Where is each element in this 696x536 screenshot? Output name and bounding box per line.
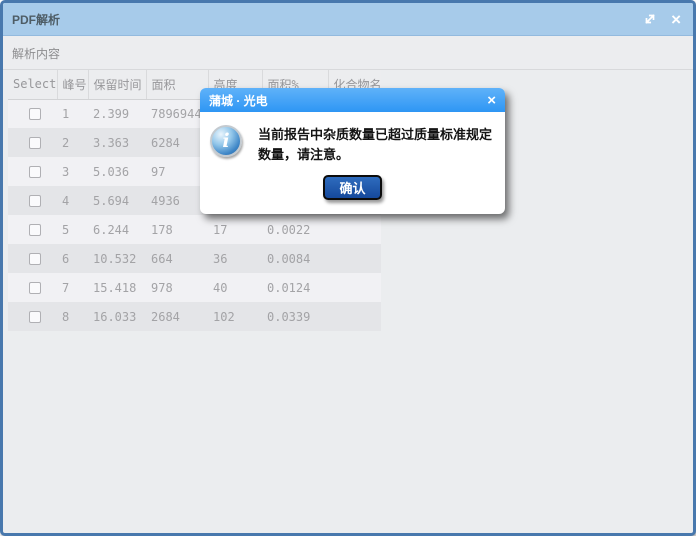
row-checkbox[interactable]: [29, 166, 41, 178]
cell-retention-time: 2.399: [88, 99, 146, 128]
info-icon-glyph: i: [222, 132, 229, 151]
cell-compound: [328, 215, 381, 244]
col-retention-time: 保留时间: [88, 70, 146, 99]
row-checkbox[interactable]: [29, 108, 41, 120]
row-checkbox[interactable]: [29, 311, 41, 323]
window-controls: ×: [643, 11, 681, 28]
cell-area-pct: 0.0022: [262, 215, 328, 244]
cell-area: 97: [146, 157, 208, 186]
table-row[interactable]: 7 15.418 978 40 0.0124: [8, 273, 381, 302]
row-checkbox[interactable]: [29, 195, 41, 207]
cell-area: 2684: [146, 302, 208, 331]
cell-area: 664: [146, 244, 208, 273]
cell-retention-time: 5.694: [88, 186, 146, 215]
cell-peak: 6: [57, 244, 88, 273]
col-peak: 峰号: [57, 70, 88, 99]
pdf-parse-window: PDF解析 × 解析内容 Select 峰号 保留时间 面积 高度 面积% 化合…: [0, 0, 696, 536]
cell-area-pct: 0.0339: [262, 302, 328, 331]
cell-compound: [328, 302, 381, 331]
alert-dialog: 蒲城 · 光电 × i 当前报告中杂质数量已超过质量标准规定数量，请注意。 确认: [200, 88, 505, 214]
table-row[interactable]: 6 10.532 664 36 0.0084: [8, 244, 381, 273]
cell-area: 978: [146, 273, 208, 302]
cell-retention-time: 3.363: [88, 128, 146, 157]
cell-height: 36: [208, 244, 262, 273]
col-area: 面积: [146, 70, 208, 99]
window-titlebar[interactable]: PDF解析 ×: [3, 3, 693, 36]
cell-peak: 1: [57, 99, 88, 128]
dialog-close-icon[interactable]: ×: [487, 93, 496, 108]
cell-peak: 5: [57, 215, 88, 244]
window-title: PDF解析: [12, 11, 60, 28]
cell-retention-time: 15.418: [88, 273, 146, 302]
dialog-message: 当前报告中杂质数量已超过质量标准规定数量，请注意。: [258, 125, 495, 164]
cell-peak: 8: [57, 302, 88, 331]
expand-icon[interactable]: [643, 12, 657, 26]
cell-area-pct: 0.0124: [262, 273, 328, 302]
cell-retention-time: 5.036: [88, 157, 146, 186]
table-row[interactable]: 5 6.244 178 17 0.0022: [8, 215, 381, 244]
cell-area: 4936: [146, 186, 208, 215]
info-icon: i: [210, 125, 242, 157]
cell-compound: [328, 273, 381, 302]
row-checkbox[interactable]: [29, 282, 41, 294]
col-select: Select: [8, 70, 57, 99]
cell-area-pct: 0.0084: [262, 244, 328, 273]
row-checkbox[interactable]: [29, 224, 41, 236]
cell-peak: 7: [57, 273, 88, 302]
cell-peak: 3: [57, 157, 88, 186]
panel-title: 解析内容: [3, 36, 693, 70]
row-checkbox[interactable]: [29, 137, 41, 149]
cell-area: 178: [146, 215, 208, 244]
cell-area: 6284: [146, 128, 208, 157]
cell-peak: 4: [57, 186, 88, 215]
cell-area: 7896944: [146, 99, 208, 128]
cell-height: 102: [208, 302, 262, 331]
cell-retention-time: 6.244: [88, 215, 146, 244]
cell-retention-time: 10.532: [88, 244, 146, 273]
confirm-button[interactable]: 确认: [323, 175, 381, 200]
table-row[interactable]: 8 16.033 2684 102 0.0339: [8, 302, 381, 331]
row-checkbox[interactable]: [29, 253, 41, 265]
dialog-titlebar[interactable]: 蒲城 · 光电 ×: [200, 88, 505, 112]
cell-compound: [328, 244, 381, 273]
dialog-title: 蒲城 · 光电: [209, 92, 268, 109]
cell-height: 17: [208, 215, 262, 244]
cell-height: 40: [208, 273, 262, 302]
cell-retention-time: 16.033: [88, 302, 146, 331]
close-icon[interactable]: ×: [671, 11, 681, 28]
cell-peak: 2: [57, 128, 88, 157]
dialog-body: i 当前报告中杂质数量已超过质量标准规定数量，请注意。 确认: [200, 112, 505, 214]
